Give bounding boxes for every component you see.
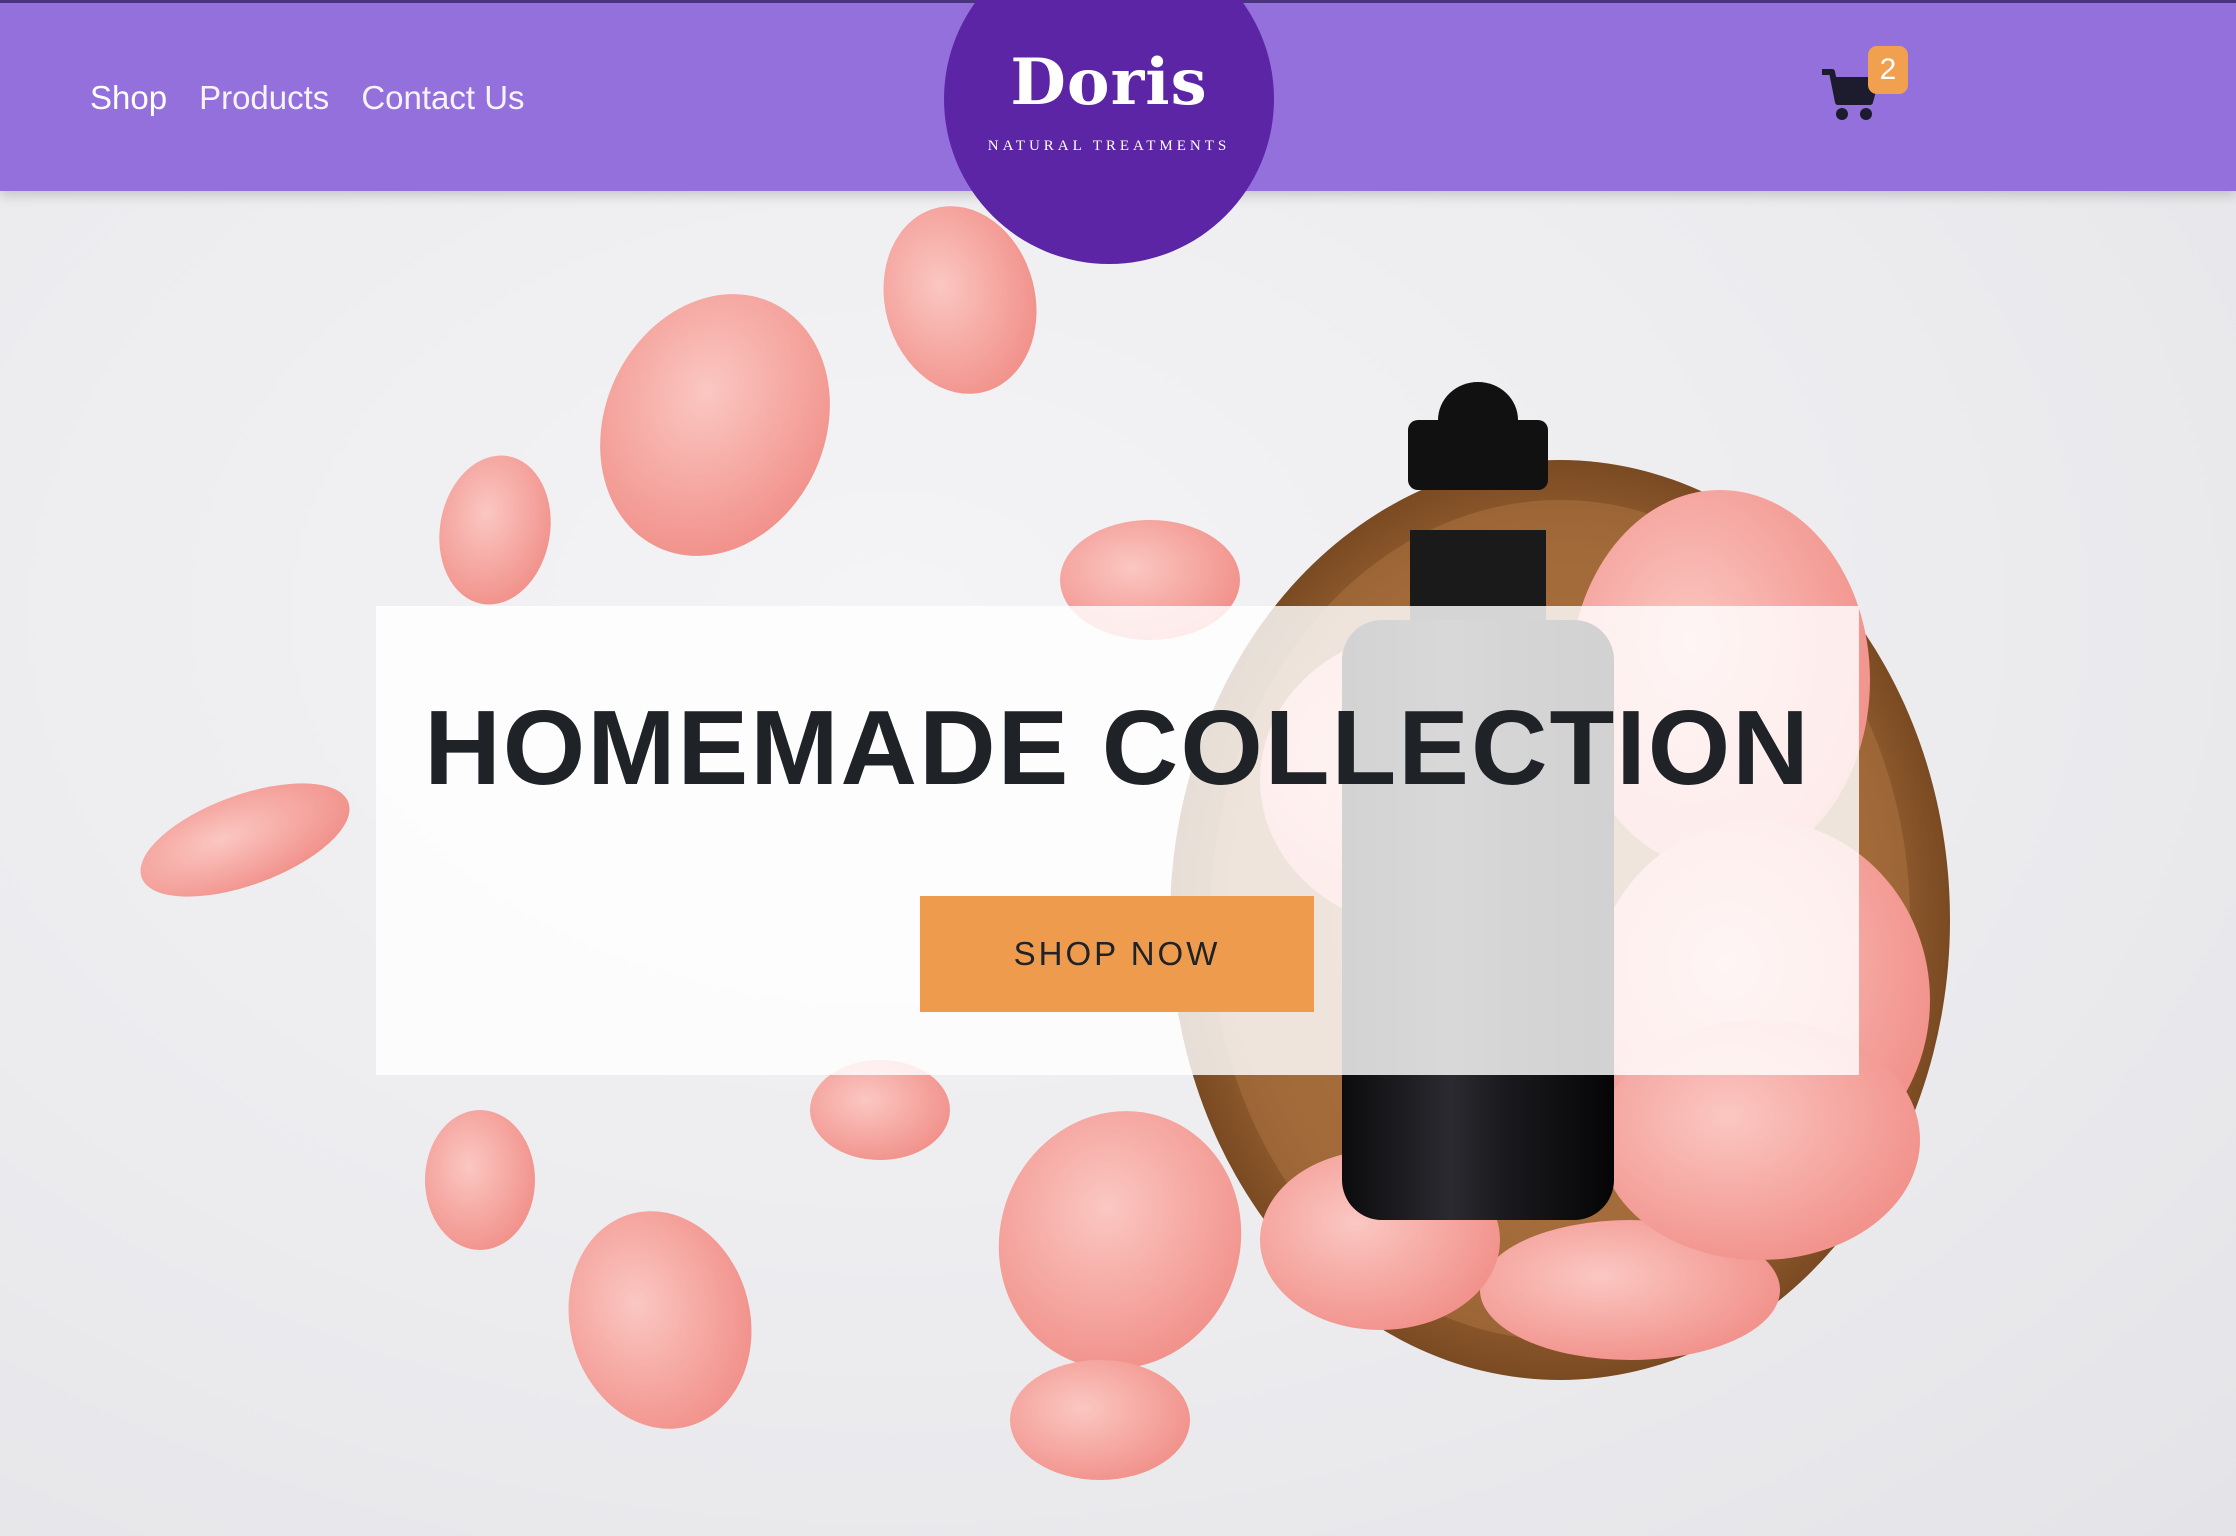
nav-link-shop[interactable]: Shop (90, 79, 167, 117)
nav-link-products[interactable]: Products (199, 79, 329, 117)
page: Shop Products Contact Us Doris NATURAL T… (0, 0, 2236, 1536)
brand-tagline: NATURAL TREATMENTS (987, 138, 1231, 154)
hero-banner: HOMEMADE COLLECTION SHOP NOW (376, 606, 1859, 1075)
hero-title: HOMEMADE COLLECTION (424, 689, 1811, 807)
cart-count-badge: 2 (1868, 46, 1908, 94)
nav-link-contact-us[interactable]: Contact Us (361, 79, 524, 117)
shop-now-button[interactable]: SHOP NOW (920, 896, 1314, 1012)
main-nav: Shop Products Contact Us (90, 79, 525, 117)
brand-name: Doris (1010, 45, 1208, 120)
